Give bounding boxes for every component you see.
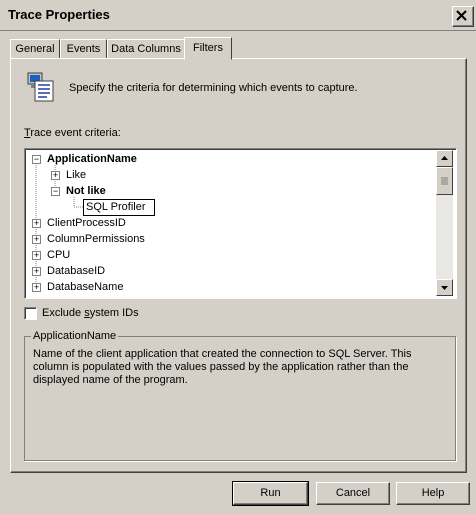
expand-icon[interactable]: +: [32, 219, 41, 228]
expand-icon[interactable]: +: [51, 171, 60, 180]
scroll-thumb[interactable]: [436, 167, 453, 195]
help-button[interactable]: Help: [396, 482, 470, 505]
window-title: Trace Properties: [8, 7, 110, 22]
tree-node-item[interactable]: ClientProcessID: [47, 215, 126, 231]
description-text: Name of the client application that crea…: [33, 348, 412, 386]
tab-filters[interactable]: Filters: [184, 37, 232, 60]
expand-icon[interactable]: +: [32, 267, 41, 276]
exclude-label-post: ystem IDs: [89, 307, 139, 319]
tree-scrollbar[interactable]: [436, 150, 453, 296]
tree-node-like[interactable]: Like: [66, 167, 86, 183]
expand-icon[interactable]: +: [32, 283, 41, 292]
collapse-icon[interactable]: −: [32, 155, 41, 164]
arrow-up-icon: [441, 156, 448, 160]
exclude-label-pre: Exclude: [42, 307, 85, 319]
filter-properties-icon: [27, 72, 54, 102]
grip-icon: [441, 177, 448, 185]
criteria-label-text: race event criteria:: [30, 127, 121, 139]
run-button[interactable]: Run: [232, 481, 309, 506]
tab-general[interactable]: General: [10, 39, 60, 58]
tab-events[interactable]: Events: [60, 39, 107, 58]
expand-icon[interactable]: +: [32, 251, 41, 260]
scroll-up-button[interactable]: [436, 150, 453, 167]
tree-node-item[interactable]: ColumnPermissions: [47, 231, 145, 247]
filter-value-editor[interactable]: SQL Profiler: [83, 199, 155, 216]
close-button[interactable]: [452, 6, 474, 27]
exclude-system-ids-label[interactable]: Exclude system IDs: [42, 307, 139, 319]
tree-node-not-like[interactable]: Not like: [66, 183, 106, 199]
instruction-text: Specify the criteria for determining whi…: [69, 82, 358, 94]
tree-node-item[interactable]: DatabaseName: [47, 279, 123, 295]
tree-node-item[interactable]: DatabaseID: [47, 263, 105, 279]
criteria-tree[interactable]: − ApplicationName + Like − Not like SQL …: [24, 148, 457, 299]
arrow-down-icon: [441, 286, 448, 290]
scroll-down-button[interactable]: [436, 279, 453, 296]
close-icon: [456, 10, 467, 21]
tab-data-columns[interactable]: Data Columns: [107, 39, 185, 58]
tree-node-item[interactable]: CPU: [47, 247, 70, 263]
title-bar: Trace Properties: [0, 0, 476, 31]
criteria-label: Trace event criteria:: [24, 127, 121, 139]
collapse-icon[interactable]: −: [51, 187, 60, 196]
expand-icon[interactable]: +: [32, 235, 41, 244]
exclude-system-ids-checkbox[interactable]: [24, 307, 37, 320]
tree-node-applicationname[interactable]: ApplicationName: [47, 151, 137, 167]
cancel-button[interactable]: Cancel: [316, 482, 390, 505]
description-group-title: ApplicationName: [31, 330, 119, 342]
